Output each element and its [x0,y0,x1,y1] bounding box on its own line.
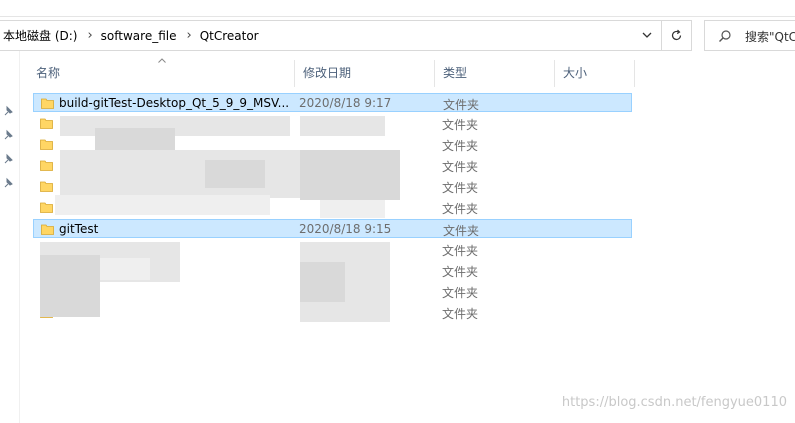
pin-icon[interactable] [3,153,15,165]
file-type: 文件夹 [442,139,479,153]
folder-icon [41,98,54,109]
search-input[interactable]: 搜索"QtC [704,20,795,51]
column-header-name[interactable]: 名称 [28,60,295,87]
column-header-row: 名称 修改日期 类型 大小 [20,60,795,87]
file-type: 文件夹 [442,286,479,300]
privacy-blur [300,262,345,302]
watermark: https://blog.csdn.net/fengyue0110 [561,395,787,410]
refresh-icon [671,29,682,41]
privacy-blur [205,160,265,188]
privacy-blur [55,195,270,215]
file-type: 文件夹 [442,307,479,321]
file-type: 文件夹 [443,98,480,112]
breadcrumb-drive[interactable]: 本地磁盘 (D:) [3,27,77,44]
address-bar[interactable]: 本地磁盘 (D:) › software_file › QtCreator [0,20,662,51]
file-date: 2020/8/18 9:17 [299,96,392,110]
file-type: 文件夹 [442,160,479,174]
file-type: 文件夹 [442,244,479,258]
file-date: 2020/8/18 9:15 [299,222,392,236]
privacy-blur [40,255,100,317]
breadcrumb-separator-icon[interactable]: › [87,29,92,42]
file-type: 文件夹 [442,181,479,195]
privacy-blur [320,200,385,218]
file-type: 文件夹 [442,265,479,279]
privacy-blur [100,258,150,280]
pin-icon[interactable] [3,177,15,189]
window-top-strip [0,0,795,17]
file-row[interactable]: gitTest 2020/8/18 9:15 文件夹 [33,219,632,238]
pin-icon[interactable] [3,105,15,117]
search-placeholder: 搜索"QtC [745,30,795,44]
breadcrumb-software-file[interactable]: software_file [101,29,177,43]
file-row[interactable]: build-gitTest-Desktop_Qt_5_9_9_MSV... 202… [33,93,632,112]
file-type: 文件夹 [442,202,479,216]
column-header-size[interactable]: 大小 [555,60,635,87]
file-name: gitTest [59,222,99,236]
file-type: 文件夹 [443,224,480,238]
column-header-type[interactable]: 类型 [435,60,555,87]
folder-icon [40,160,53,171]
folder-icon [40,181,53,192]
pin-icon[interactable] [3,129,15,141]
column-header-date[interactable]: 修改日期 [295,60,435,87]
file-name: build-gitTest-Desktop_Qt_5_9_9_MSV... [59,96,290,110]
folder-icon [41,224,54,235]
folder-icon [40,118,53,129]
privacy-blur [300,150,400,200]
chevron-down-icon[interactable] [641,29,653,41]
breadcrumb-qtcreator[interactable]: QtCreator [200,29,259,43]
privacy-blur [300,116,385,136]
search-icon [719,30,731,42]
folder-icon [40,139,53,150]
folder-icon [40,202,53,213]
breadcrumb: 本地磁盘 (D:) › software_file › QtCreator [3,21,259,50]
navigation-pane [0,51,20,423]
breadcrumb-separator-icon[interactable]: › [186,29,191,42]
file-type: 文件夹 [442,118,479,132]
refresh-button[interactable] [662,20,692,51]
